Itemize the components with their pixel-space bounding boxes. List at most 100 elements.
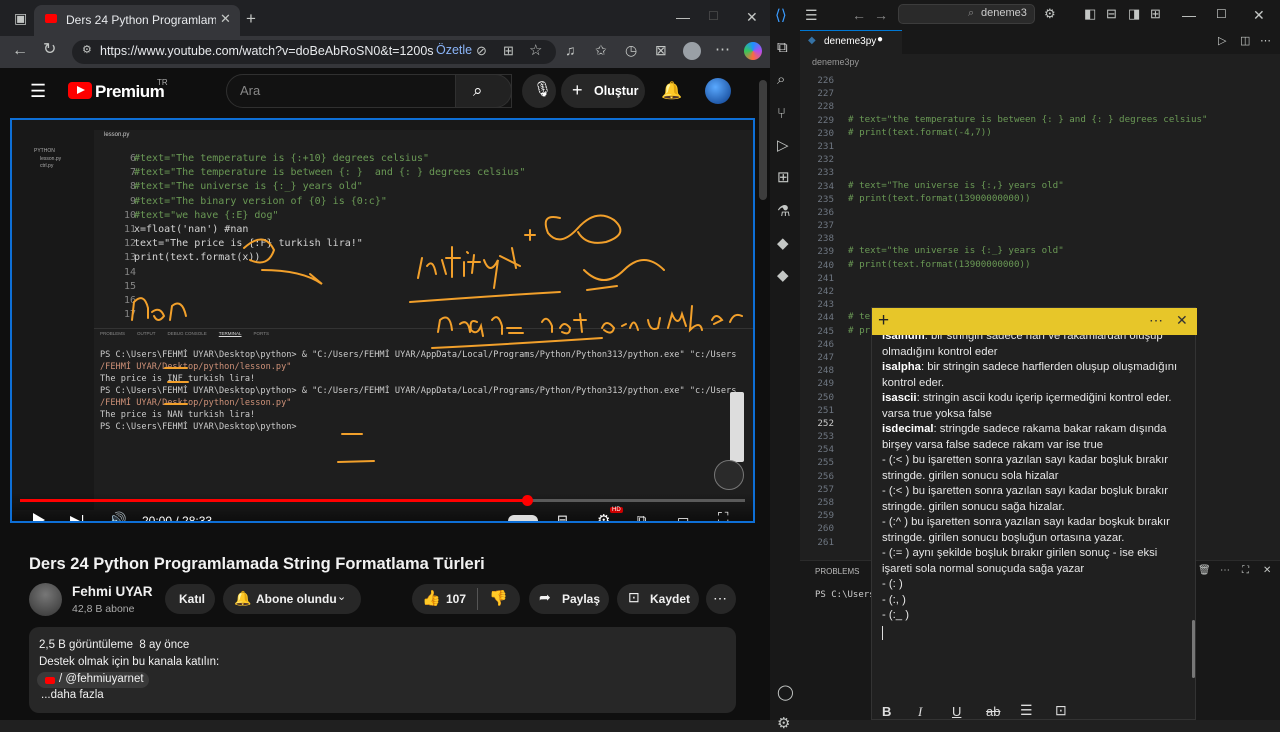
history-icon[interactable]: ◷ [625,43,637,57]
vscode-minimize-icon[interactable]: — [1182,8,1196,22]
editor-line[interactable]: 233 [800,166,1280,179]
vscode-close-icon[interactable]: ✕ [1253,8,1265,22]
url-text[interactable]: https://www.youtube.com/watch?v=doBeAbRo… [100,44,434,58]
split-editor-icon[interactable]: ◫ [1240,36,1250,47]
summarize-button[interactable]: Özetle [436,43,472,57]
favorites-icon[interactable]: ✩ [595,43,607,57]
italic-icon[interactable]: I [918,704,922,720]
editor-line[interactable]: 229 # text="the temperature is between {:… [800,114,1280,127]
new-tab-icon[interactable]: + [246,10,256,27]
volume-icon[interactable]: 🔊 [108,511,127,521]
profile-avatar[interactable] [683,42,701,60]
settings-gear-icon[interactable]: ⚙ [597,511,610,521]
subtitles-icon[interactable]: ⊟ [557,512,568,521]
like-count[interactable]: 107 [446,592,466,606]
editor-line[interactable]: 228 [800,100,1280,113]
terminal-prompt[interactable]: PS C:\Users [815,590,875,600]
like-icon[interactable]: 👍 [422,589,441,607]
toggle-sidebar-icon[interactable]: ◧ [1084,7,1096,20]
progress-scrubber[interactable] [522,495,533,506]
toggle-panel-icon[interactable]: ⊟ [1106,7,1117,20]
editor-line[interactable]: 242 [800,285,1280,298]
new-note-icon[interactable]: + [878,310,889,332]
editor-line[interactable]: 232 [800,153,1280,166]
editor-line[interactable]: 230 # print(text.format(-4,7)) [800,127,1280,140]
nav-back-icon[interactable]: ← [852,8,866,22]
panel-tab-problems[interactable]: PROBLEMS [815,567,859,576]
breadcrumb[interactable]: deneme3py [812,57,859,67]
bookmark-star-icon[interactable]: ☆ [529,43,542,58]
editor-line[interactable]: 234 # text="The universe is {:,} years ol… [800,180,1280,193]
back-icon[interactable]: ← [12,43,28,59]
dislike-icon[interactable]: 👎 [489,589,508,607]
site-info-icon[interactable]: ⚙ [82,45,92,56]
editor-line[interactable]: 240 # print(text.format(13900000000)) [800,259,1280,272]
close-panel-icon[interactable]: ✕ [1263,566,1271,576]
panel-more-icon[interactable]: ⋯ [1220,566,1230,576]
underline-icon[interactable]: U [952,704,961,719]
reload-icon[interactable]: ↻ [43,42,56,58]
page-scrollbar[interactable] [759,80,767,200]
channel-link[interactable]: / @fehmiuyarnet [59,673,144,685]
bullet-list-icon[interactable]: ☰ [1020,702,1033,719]
close-tab-icon[interactable]: ✕ [220,12,231,25]
close-window-icon[interactable]: ✕ [746,10,758,24]
python-env-icon[interactable]: ◆ [777,268,789,283]
unsaved-dot-icon[interactable]: ● [877,34,883,45]
search-button[interactable] [455,74,512,108]
nav-forward-icon[interactable]: → [874,8,888,22]
maximize-icon[interactable]: ☐ [708,10,719,22]
premium-brand[interactable]: Premium [95,82,165,102]
tab-actions-icon[interactable]: ▣ [14,11,27,25]
notifications-bell-icon[interactable]: 🔔 [661,82,682,99]
layout-icon[interactable]: ⊞ [1150,7,1161,20]
vscode-maximize-icon[interactable]: ☐ [1216,8,1227,20]
video-player[interactable]: PYTHON lesson.py ctrl.py lesson.py 67891… [10,118,755,523]
show-more-link[interactable]: ...daha fazla [41,689,104,701]
editor-line[interactable]: 231 [800,140,1280,153]
screenshot-icon[interactable]: ⊠ [655,43,667,57]
editor-line[interactable]: 239 # text="the universe is {:_} years ol… [800,245,1280,258]
note-scrollbar[interactable] [1192,620,1195,678]
note-menu-icon[interactable]: ⋯ [1149,312,1163,329]
miniplayer-icon[interactable]: ⧉ [637,512,646,521]
fullscreen-icon[interactable]: ⛶ [718,510,729,521]
editor-line[interactable]: 226 [800,74,1280,87]
play-icon[interactable] [33,513,45,521]
next-video-icon[interactable]: ▶| [70,512,84,521]
account-icon[interactable]: ◯ [777,685,794,700]
theater-mode-icon[interactable]: ▭ [677,512,689,521]
run-debug-icon[interactable]: ▷ [777,138,789,153]
menu-icon[interactable]: ☰ [805,8,818,22]
python-icon[interactable]: ◆ [777,236,789,251]
editor-line[interactable]: 241 [800,272,1280,285]
autoplay-toggle[interactable] [508,515,538,521]
toggle-secondary-sidebar-icon[interactable]: ◨ [1128,7,1140,20]
editor-line[interactable]: 235 # print(text.format(13900000000)) [800,193,1280,206]
editor-line[interactable]: 238 [800,232,1280,245]
account-avatar[interactable] [705,78,731,104]
editor-more-icon[interactable]: ⋯ [1260,36,1271,47]
editor-line[interactable]: 236 [800,206,1280,219]
hamburger-menu-icon[interactable]: ☰ [30,82,46,100]
editor-line[interactable]: 237 [800,219,1280,232]
explorer-icon[interactable]: ⧉ [777,40,788,55]
bold-icon[interactable]: B [882,704,891,719]
description-box[interactable]: 2,5 B görüntüleme 8 ay önce Destek olmak… [29,627,736,713]
extension-icon[interactable]: ♫ [565,43,576,57]
menu-dots-icon[interactable]: ⋯ [715,42,730,57]
channel-name[interactable]: Fehmi UYAR [72,584,153,599]
copilot-chat-icon[interactable]: ⚙ [1044,7,1056,20]
close-note-icon[interactable]: ✕ [1176,312,1188,329]
run-file-icon[interactable]: ▷ [1218,36,1226,47]
maximize-panel-icon[interactable]: ⛶ [1242,566,1249,576]
copilot-icon[interactable] [744,42,762,60]
apps-icon[interactable]: ⊞ [503,44,514,57]
source-control-icon[interactable]: ⑂ [777,106,786,121]
trash-icon[interactable]: 🗑 [1198,566,1211,576]
add-image-icon[interactable]: ⊡ [1055,702,1067,719]
note-body[interactable]: isalnum: bir stringin sadece harf ve rak… [872,335,1197,695]
translate-icon[interactable]: ⊘ [476,44,487,57]
search-view-icon[interactable]: ⌕ [777,72,785,87]
extensions-icon[interactable]: ⊞ [777,170,790,185]
